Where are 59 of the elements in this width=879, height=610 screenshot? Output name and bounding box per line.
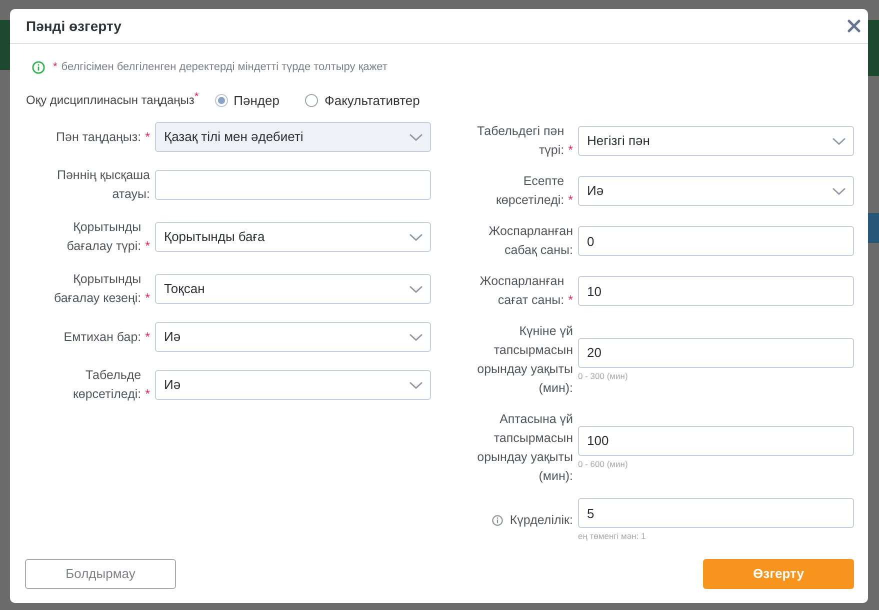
input-field[interactable]: 20	[578, 338, 854, 368]
chevron-down-icon	[832, 186, 846, 196]
help-text: ең төменгі мән: 1	[578, 530, 647, 543]
required-mark: *	[53, 60, 58, 75]
select-field[interactable]: Иә	[155, 370, 431, 400]
chevron-down-icon	[409, 132, 423, 142]
notice-text: белгісімен белгіленген деректерді міндетті түрде толтыру қажет	[61, 60, 388, 75]
input-field[interactable]: 10	[578, 276, 854, 306]
field-label: Жоспарланған сабақ саны:	[488, 223, 573, 259]
chevron-down-icon	[409, 284, 423, 294]
chevron-down-icon	[409, 332, 423, 342]
required-mark: *	[145, 386, 150, 403]
field-label: Күніне үй тапсырмасын орындау уақыты (мин):	[476, 323, 573, 397]
input-field[interactable]: 5	[578, 498, 854, 528]
dialog-title: Пәнді өзгерту	[26, 16, 122, 36]
required-mark: *	[568, 192, 573, 209]
field-label: Есепте көрсетіледі:	[494, 173, 564, 209]
radio-label[interactable]: Факультативтер	[324, 90, 420, 110]
select-field[interactable]: Тоқсан	[155, 274, 431, 304]
input-field[interactable]: 0	[578, 226, 854, 256]
field-label: Оқу дисциплинасын таңдаңыз	[26, 92, 194, 110]
select-field[interactable]: Иә	[155, 322, 431, 352]
chevron-down-icon	[409, 232, 423, 242]
help-text: 0 - 300 (мин)	[578, 370, 629, 382]
field-label: Күрделілік:	[510, 512, 573, 529]
required-mark: *	[194, 90, 199, 105]
field-label: Қорытынды бағалау түрі:	[66, 219, 142, 255]
close-icon	[847, 19, 861, 33]
required-mark: *	[145, 290, 150, 307]
required-mark: *	[568, 292, 573, 309]
field-label: Аптасына үй тапсырмасын орындау уақыты (мин):	[476, 411, 573, 485]
field-label: Жоспарланған сағат саны:	[478, 273, 564, 309]
cancel-button[interactable]: Болдырмау	[25, 559, 176, 589]
select-field[interactable]: Иә	[578, 176, 854, 206]
info-icon	[32, 60, 45, 74]
background-bar	[0, 20, 11, 70]
input-field[interactable]: 100	[578, 426, 854, 456]
chevron-down-icon	[832, 136, 846, 146]
help-text: 0 - 600 (мин)	[578, 458, 629, 470]
field-label: Пәннің қысқаша атауы:	[56, 167, 150, 203]
field-label: Пән таңдаңыз:	[56, 128, 142, 146]
background-bar	[868, 213, 879, 243]
required-mark: *	[145, 128, 150, 146]
close-button[interactable]	[847, 19, 861, 33]
select-field[interactable]: Негізгі пән	[578, 126, 854, 156]
field-label: Қорытынды бағалау кезеңі:	[52, 271, 142, 307]
chevron-down-icon	[409, 380, 423, 390]
select-field[interactable]: Қорытынды баға	[155, 222, 431, 252]
radio-label[interactable]: Пәндер	[234, 90, 280, 110]
required-mark: *	[568, 142, 573, 159]
field-label: Табельдегі пән түрі:	[476, 123, 564, 159]
field-label: Табельде көрсетіледі:	[72, 367, 142, 403]
radio-button[interactable]	[305, 94, 318, 107]
field-label: Емтихан бар:	[64, 328, 142, 346]
required-mark: *	[145, 238, 150, 255]
background-bar	[868, 20, 879, 76]
input-field[interactable]	[155, 170, 431, 200]
required-mark: *	[145, 328, 150, 346]
radio-button[interactable]	[214, 94, 228, 107]
